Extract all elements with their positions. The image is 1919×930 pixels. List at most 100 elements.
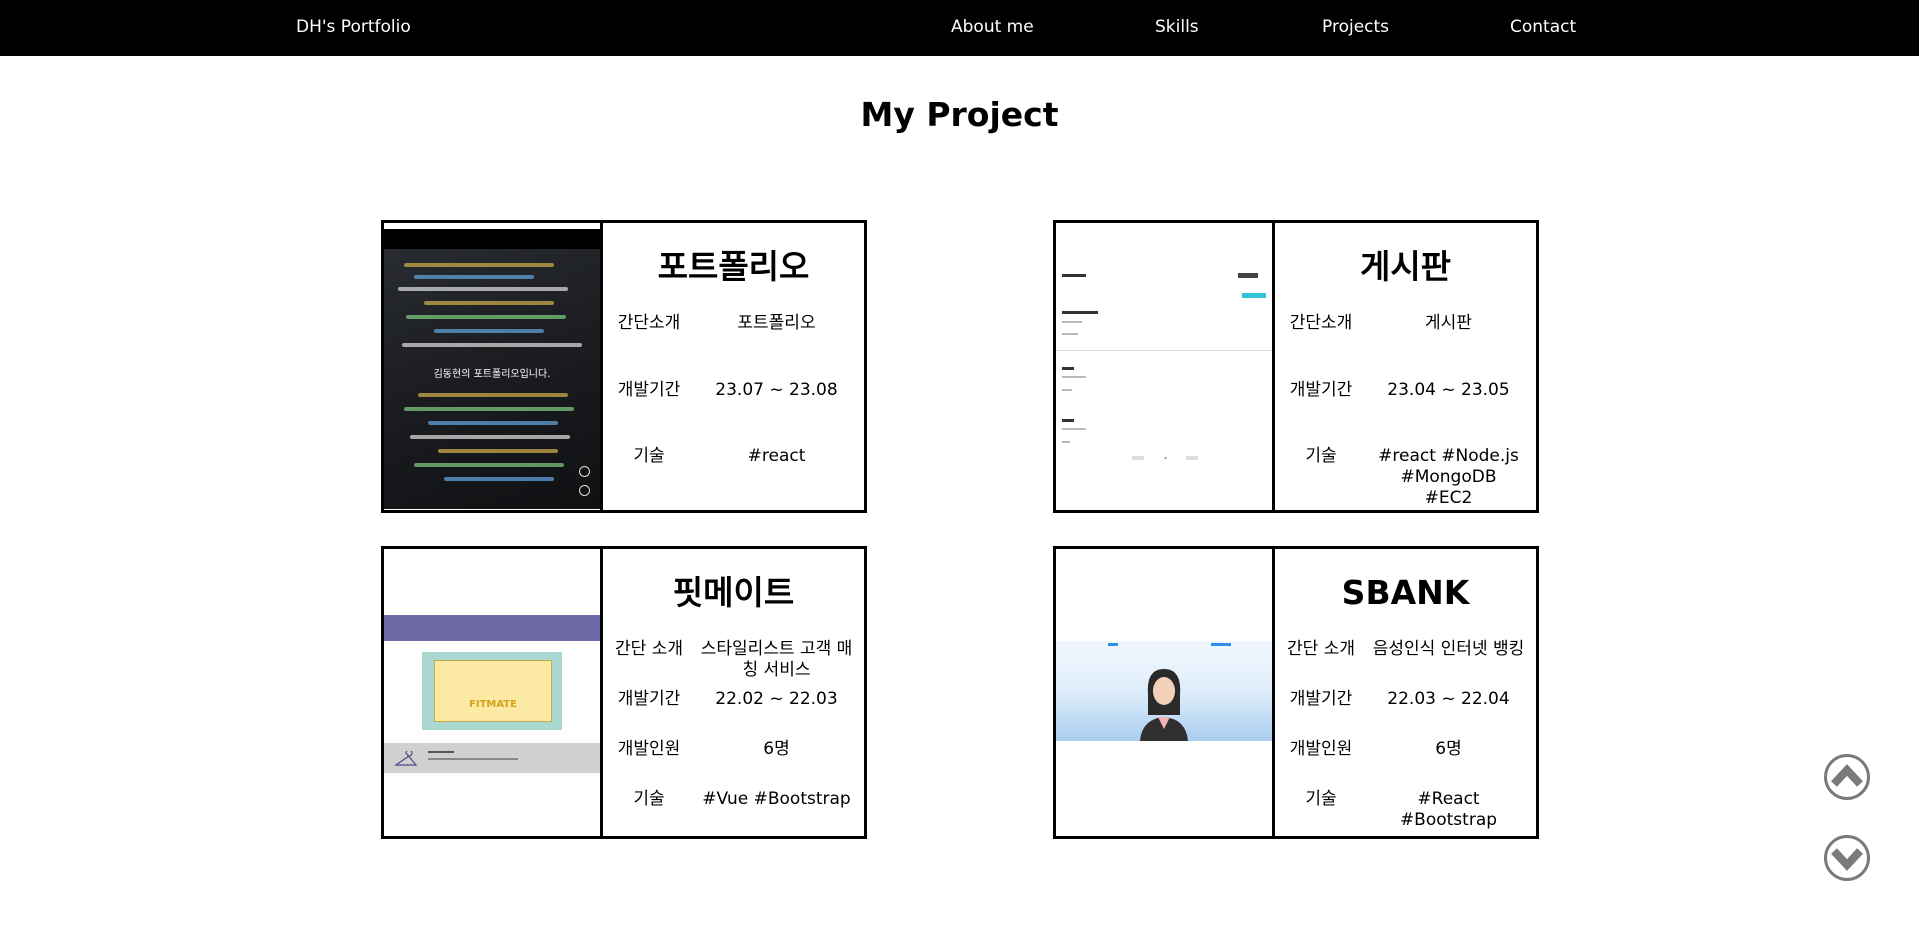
label-intro: 간단소개 (1289, 313, 1353, 333)
value-tech: #react #Node.js #MongoDB #EC2 (1378, 446, 1519, 508)
project-card-fitmate[interactable]: FITMATE 핏메이트 간단 소개 스타일리스트 고객 매칭 서비스 개발기간… (381, 546, 867, 839)
value-period: 23.04 ~ 23.05 (1387, 380, 1510, 400)
label-team-size: 개발인원 (1289, 739, 1353, 759)
mini-write-button (1242, 293, 1266, 298)
mini-header (384, 615, 600, 641)
code-line (404, 263, 554, 267)
mini-divider (1056, 350, 1272, 351)
code-line (444, 477, 554, 481)
label-period: 개발기간 (1289, 380, 1353, 400)
mini-prev-button (1132, 456, 1144, 460)
label-intro: 간단 소개 (615, 639, 683, 659)
mini-footer-text (428, 751, 454, 753)
mini-login-button (1211, 643, 1231, 646)
mini-post-meta (1062, 428, 1086, 430)
project-thumbnail[interactable]: 김동현의 포트폴리오입니다. (384, 223, 603, 510)
thumbnail-caption: FITMATE (469, 699, 517, 710)
brand-logo[interactable]: DH's Portfolio (296, 16, 411, 38)
mini-hero-banner: FITMATE (422, 652, 562, 730)
project-thumbnail[interactable]: FITMATE (384, 549, 603, 836)
mini-chevron-up-icon (579, 466, 590, 477)
code-line (414, 463, 564, 467)
project-info: 포트폴리오 간단소개 포트폴리오 개발기간 23.07 ~ 23.08 기술 #… (603, 223, 864, 510)
value-intro: 게시판 (1425, 313, 1472, 333)
project-title: 포트폴리오 (657, 247, 810, 286)
mini-hero-card: FITMATE (434, 660, 552, 722)
mini-logo (1108, 643, 1118, 646)
code-line (402, 343, 582, 347)
mini-next-button (1186, 456, 1198, 460)
label-tech: 기술 (633, 446, 665, 466)
top-navbar: DH's Portfolio About me Skills Projects … (0, 0, 1919, 56)
mini-post-heading (1062, 311, 1098, 314)
project-info: 핏메이트 간단 소개 스타일리스트 고객 매칭 서비스 개발기간 22.02 ~… (603, 549, 864, 836)
label-period: 개발기간 (617, 689, 681, 709)
value-intro: 포트폴리오 (737, 313, 816, 333)
project-title: SBANK (1341, 573, 1470, 612)
mini-post-meta (1062, 321, 1082, 323)
project-title: 핏메이트 (672, 573, 795, 612)
project-card-board[interactable]: 게시판 간단소개 게시판 개발기간 23.04 ~ 23.05 기술 #reac… (1053, 220, 1539, 513)
mini-footer (384, 743, 600, 773)
mini-post-meta (1062, 376, 1086, 378)
code-line (398, 287, 568, 291)
mini-chevron-down-icon (579, 485, 590, 496)
code-line (406, 315, 566, 319)
value-team-size: 6명 (763, 739, 790, 759)
project-thumbnail[interactable] (1056, 549, 1275, 836)
nav-skills[interactable]: Skills (1155, 16, 1199, 38)
project-info: 게시판 간단소개 게시판 개발기간 23.04 ~ 23.05 기술 #reac… (1275, 223, 1536, 510)
value-intro: 스타일리스트 고객 매칭 서비스 (700, 639, 853, 680)
label-team-size: 개발인원 (617, 739, 681, 759)
value-period: 23.07 ~ 23.08 (715, 380, 838, 400)
label-period: 개발기간 (617, 380, 681, 400)
chevron-up-icon (1831, 764, 1863, 787)
thumbnail-caption: 김동현의 포트폴리오입니다. (433, 369, 551, 380)
mini-page-number (1164, 457, 1167, 459)
mini-post-text (1062, 333, 1078, 335)
project-title: 게시판 (1359, 247, 1452, 286)
value-tech: #Vue #Bootstrap (702, 789, 851, 809)
project-card-sbank[interactable]: SBANK 간단 소개 음성인식 인터넷 뱅킹 개발기간 22.03 ~ 22.… (1053, 546, 1539, 839)
hanger-icon (394, 751, 418, 766)
mini-post-text (1062, 441, 1070, 443)
code-line (438, 449, 558, 453)
nav-contact[interactable]: Contact (1510, 16, 1576, 38)
label-tech: 기술 (633, 789, 665, 809)
value-period: 22.03 ~ 22.04 (1387, 689, 1510, 709)
nav-projects[interactable]: Projects (1322, 16, 1389, 38)
mini-post-heading (1062, 367, 1074, 370)
scroll-down-button[interactable] (1824, 835, 1870, 881)
mini-post-heading (1062, 419, 1074, 422)
chevron-down-icon (1831, 848, 1863, 871)
mini-logo (1062, 274, 1086, 277)
project-card-portfolio[interactable]: 김동현의 포트폴리오입니다. 포트폴리오 간단소개 포트폴리오 개발기간 23.… (381, 220, 867, 513)
code-line (414, 275, 534, 279)
nav-about-me[interactable]: About me (951, 16, 1034, 38)
mini-footer-text (428, 758, 518, 760)
label-intro: 간단소개 (617, 313, 681, 333)
label-period: 개발기간 (1289, 689, 1353, 709)
scroll-up-button[interactable] (1824, 754, 1870, 800)
mini-login-button (1238, 273, 1258, 278)
page-title: My Project (860, 95, 1059, 134)
mini-post-text (1062, 389, 1072, 391)
label-tech: 기술 (1305, 789, 1337, 809)
value-tech: #React #Bootstrap (1399, 789, 1498, 830)
value-team-size: 6명 (1435, 739, 1462, 759)
project-thumbnail[interactable] (1056, 223, 1275, 510)
value-intro: 음성인식 인터넷 뱅킹 (1372, 639, 1525, 659)
code-line (410, 435, 570, 439)
project-info: SBANK 간단 소개 음성인식 인터넷 뱅킹 개발기간 22.03 ~ 22.… (1275, 549, 1536, 836)
value-tech: #react (747, 446, 806, 466)
value-period: 22.02 ~ 22.03 (715, 689, 838, 709)
code-line (434, 329, 544, 333)
mini-navbar (384, 229, 600, 249)
code-line (424, 301, 554, 305)
label-tech: 기술 (1305, 446, 1337, 466)
avatar-icon (1140, 669, 1188, 741)
code-line (418, 393, 568, 397)
code-line (404, 407, 574, 411)
code-line (428, 421, 558, 425)
label-intro: 간단 소개 (1287, 639, 1355, 659)
